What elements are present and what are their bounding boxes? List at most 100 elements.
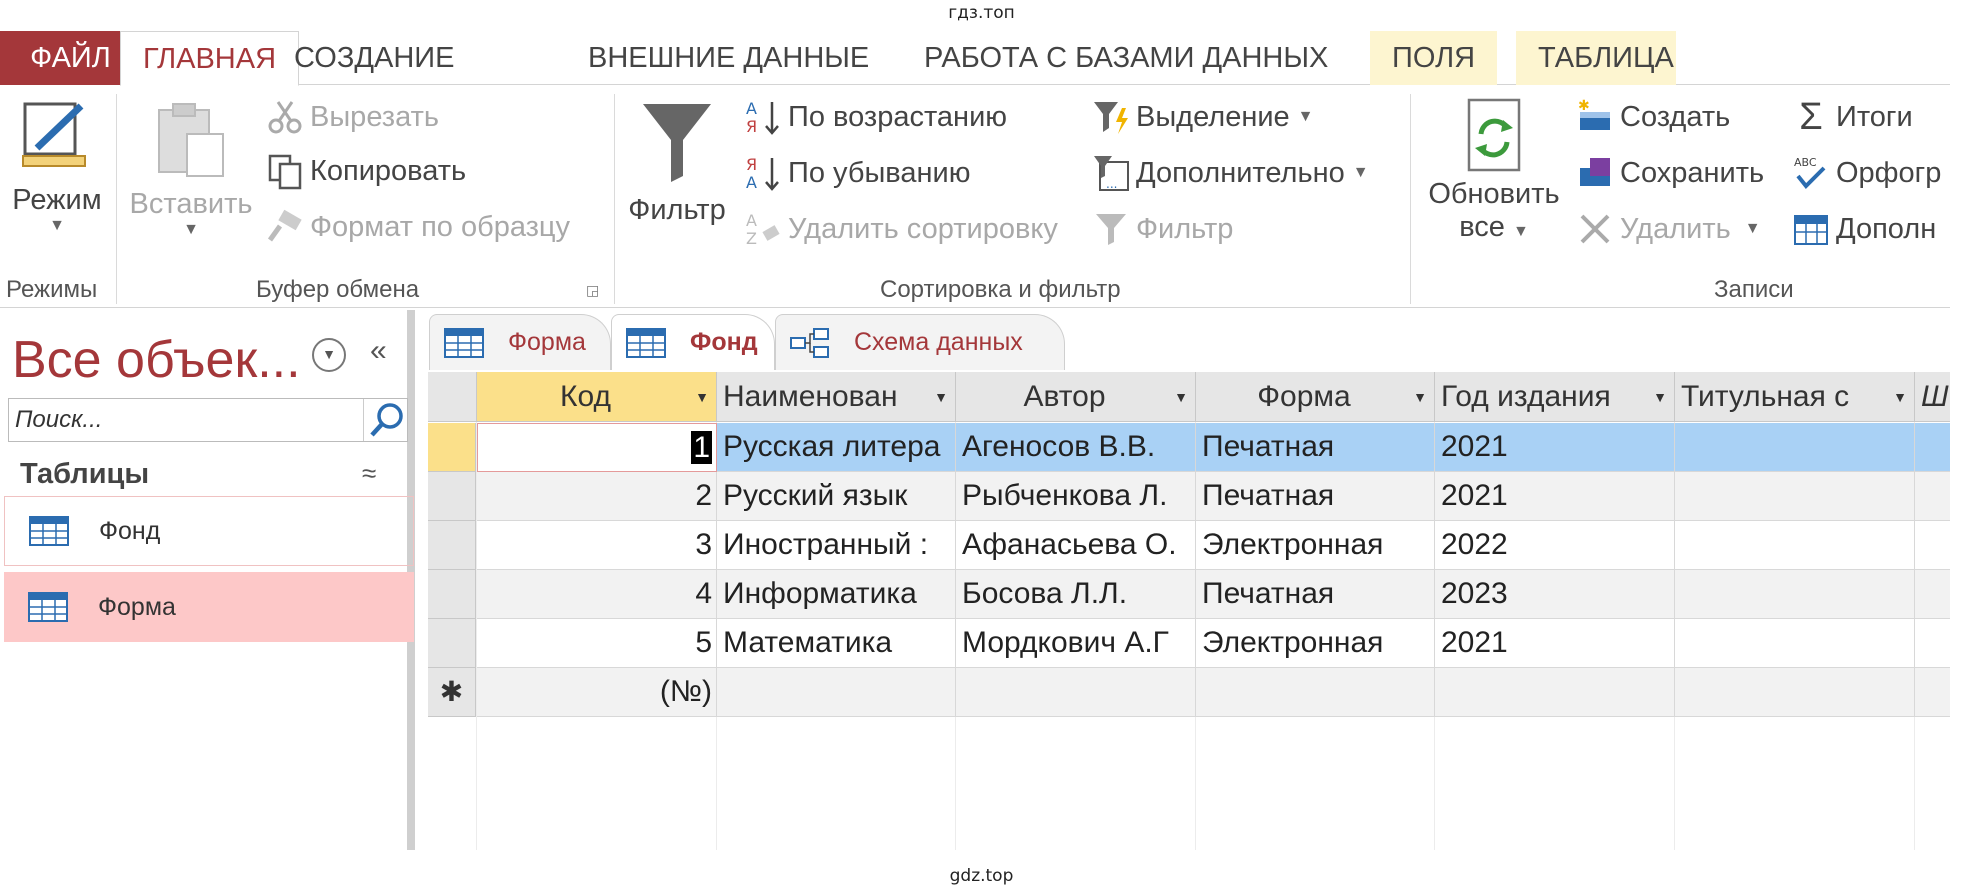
new-record-button[interactable]: ✱ Создать [1576,98,1730,136]
dialog-launcher-icon[interactable]: ◲ [586,282,599,299]
column-header-author[interactable]: Автор ▼ [956,372,1196,422]
selection-button[interactable]: Выделение ▼ [1092,98,1314,136]
cell-title-page[interactable] [1675,619,1915,668]
advanced-filter-button[interactable]: ... Дополнительно ▼ [1092,154,1369,192]
column-header-year[interactable]: Год издания ▼ [1435,372,1675,422]
cell-name[interactable] [717,668,956,717]
cell-form[interactable]: Печатная [1196,570,1435,619]
table-row[interactable]: 5 Математика Мордкович А.Г Электронная 2… [428,619,1950,668]
chevron-down-icon[interactable]: ▼ [1406,389,1434,405]
cell-next[interactable] [1915,570,1950,619]
cell-title-page[interactable] [1675,472,1915,521]
column-header-next[interactable]: Ш [1915,372,1950,422]
cell-year[interactable]: 2023 [1435,570,1675,619]
table-row[interactable]: 3 Иностранный : Афанасьева О. Электронна… [428,521,1950,570]
cell-form[interactable] [1196,668,1435,717]
record-selector[interactable] [428,472,476,521]
collapse-section-icon[interactable]: ≈ [362,458,376,489]
sort-descending-button[interactable]: ЯA По убыванию [744,154,970,192]
search-icon[interactable] [363,399,407,441]
column-header-kod[interactable]: Код ▼ [477,372,717,422]
format-painter-button[interactable]: Формат по образцу [266,208,570,246]
remove-sort-button[interactable]: AZ Удалить сортировку [744,210,1058,248]
cell-author[interactable] [956,668,1196,717]
sort-ascending-button[interactable]: AЯ По возрастанию [744,98,1007,136]
column-header-name[interactable]: Наименован ▼ [717,372,956,422]
cell-year[interactable]: 2022 [1435,521,1675,570]
cell-title-page[interactable] [1675,423,1915,472]
delete-record-button[interactable]: Удалить ▼ [1576,210,1761,248]
copy-button[interactable]: Копировать [266,152,466,190]
record-selector[interactable] [428,423,476,472]
cell-next[interactable] [1915,472,1950,521]
cell-title-page[interactable] [1675,668,1915,717]
cell-author[interactable]: Агеносов В.В. [956,423,1196,472]
cell-name[interactable]: Иностранный : [717,521,956,570]
cell-next[interactable] [1915,423,1950,472]
cell-name[interactable]: Математика [717,619,956,668]
cell-id[interactable]: 2 [477,472,717,521]
view-mode-button[interactable]: Режим ▼ [2,96,112,235]
tab-external-data[interactable]: ВНЕШНИЕ ДАННЫЕ [566,31,891,85]
cell-id[interactable]: 4 [477,570,717,619]
new-record-row[interactable]: ✱ (№) [428,668,1950,717]
tab-create[interactable]: СОЗДАНИЕ [272,31,477,85]
cell-next[interactable] [1915,521,1950,570]
cell-title-page[interactable] [1675,521,1915,570]
cell-year[interactable]: 2021 [1435,619,1675,668]
chevron-down-icon[interactable]: ▼ [927,389,955,405]
paste-button[interactable]: Вставить ▼ [126,100,256,239]
filter-button[interactable]: Фильтр [622,96,732,227]
cell-year[interactable]: 2021 [1435,423,1675,472]
nav-pane-title[interactable]: Все объек... [12,330,301,390]
new-record-asterisk-icon[interactable]: ✱ [428,668,476,717]
column-header-form[interactable]: Форма ▼ [1196,372,1435,422]
nav-item-fond[interactable]: Фонд [4,496,414,566]
table-row[interactable]: 4 Информатика Босова Л.Л. Печатная 2023 [428,570,1950,619]
cell-name[interactable]: Русский язык [717,472,956,521]
cell-id[interactable]: 1 [477,423,717,472]
cell-author[interactable]: Босова Л.Л. [956,570,1196,619]
chevron-down-icon[interactable]: ▼ [1167,389,1195,405]
cell-author[interactable]: Рыбченкова Л. [956,472,1196,521]
nav-item-forma[interactable]: Форма [4,572,414,642]
record-selector[interactable] [428,619,476,668]
cell-form[interactable]: Печатная [1196,423,1435,472]
chevron-down-icon[interactable]: ▼ [1646,389,1674,405]
cell-form[interactable]: Электронная [1196,521,1435,570]
save-record-button[interactable]: Сохранить [1576,154,1764,192]
cell-name[interactable]: Русская литера [717,423,956,472]
nav-search-input[interactable] [9,399,364,441]
chevron-down-icon[interactable]: ▼ [1886,389,1914,405]
cell-year[interactable] [1435,668,1675,717]
doc-tab-fond[interactable]: Фонд [611,314,775,370]
cell-form[interactable]: Электронная [1196,619,1435,668]
chevron-down-icon[interactable]: ▼ [688,389,716,405]
select-all-corner[interactable] [428,372,477,422]
spelling-button[interactable]: ABC Орфогр [1792,154,1941,192]
doc-tab-relationships[interactable]: Схема данных [775,314,1065,370]
refresh-all-button[interactable]: Обновить все ▼ [1418,96,1570,244]
record-selector[interactable] [428,570,476,619]
more-button[interactable]: Дополн [1792,210,1936,248]
nav-menu-chevron-icon[interactable]: ▼ [312,338,346,372]
cell-title-page[interactable] [1675,570,1915,619]
cell-next[interactable] [1915,619,1950,668]
tab-fields[interactable]: ПОЛЯ [1370,31,1498,85]
totals-button[interactable]: Σ Итоги [1792,98,1912,136]
nav-section-tables[interactable]: Таблицы [20,458,149,491]
cell-id-autonumber[interactable]: (№) [477,668,717,717]
cell-next[interactable] [1915,668,1950,717]
record-selector[interactable] [428,521,476,570]
tab-database-tools[interactable]: РАБОТА С БАЗАМИ ДАННЫХ [902,31,1350,85]
column-header-title-page[interactable]: Титульная с ▼ [1675,372,1915,422]
cell-year[interactable]: 2021 [1435,472,1675,521]
tab-table[interactable]: ТАБЛИЦА [1516,31,1676,85]
table-row[interactable]: 2 Русский язык Рыбченкова Л. Печатная 20… [428,472,1950,521]
cell-form[interactable]: Печатная [1196,472,1435,521]
collapse-pane-icon[interactable]: « [370,334,387,368]
cell-id[interactable]: 3 [477,521,717,570]
toggle-filter-button[interactable]: Фильтр [1092,210,1233,248]
cell-author[interactable]: Афанасьева О. [956,521,1196,570]
table-row[interactable]: 1 Русская литера Агеносов В.В. Печатная … [428,423,1950,472]
